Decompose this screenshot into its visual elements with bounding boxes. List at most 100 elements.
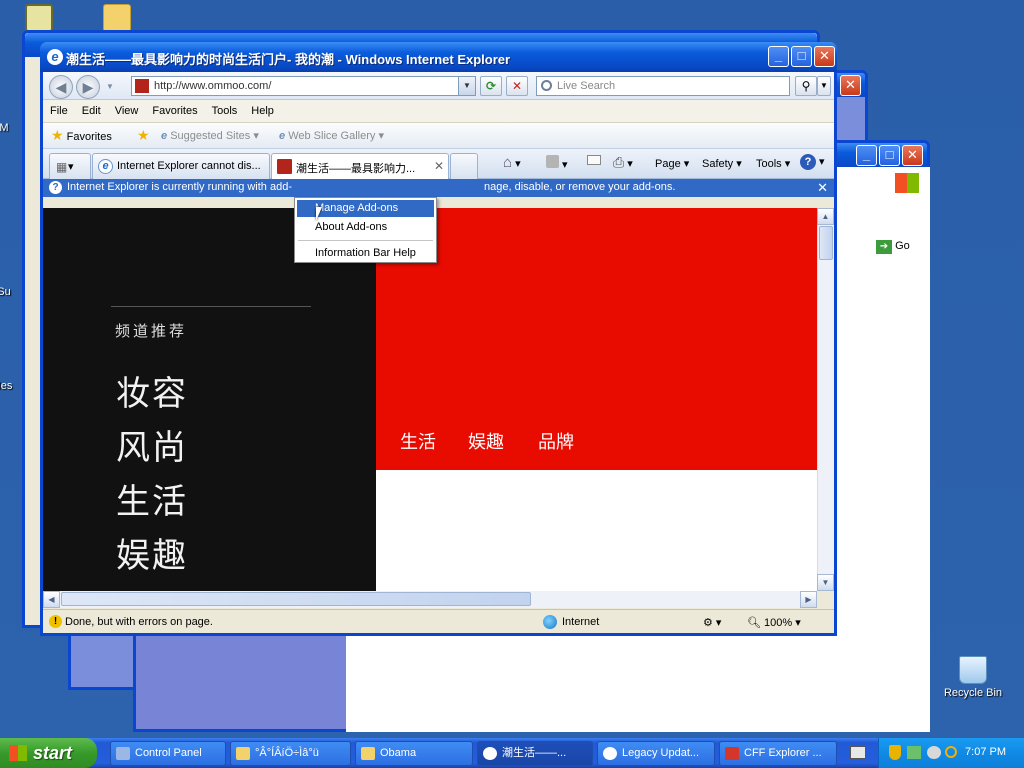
maximize-button[interactable]: □ [879, 145, 900, 166]
windows-logo-icon [895, 173, 919, 193]
quick-tabs-button[interactable]: ▦ ▾ [49, 153, 91, 179]
infobar-text: Internet Explorer is currently running w… [67, 181, 292, 193]
task-control-panel[interactable]: Control Panel [110, 741, 226, 766]
page-error-icon[interactable]: ! [49, 615, 62, 628]
close-button[interactable]: ✕ [840, 75, 861, 96]
favorites-button[interactable]: ★ Favorites [51, 127, 112, 144]
channel-link-life[interactable]: 生活 [116, 474, 188, 523]
maximize-button[interactable]: □ [791, 46, 812, 67]
folder-icon [361, 747, 375, 760]
channel-link-fashion[interactable]: 风尚 [116, 420, 188, 469]
menu-view[interactable]: View [108, 100, 146, 117]
go-label: Go [895, 240, 910, 252]
suggested-sites-button[interactable]: e Suggested Sites ▾ [161, 129, 259, 142]
favorites-bar: ★ Favorites ★ e Suggested Sites ▾ e Web … [43, 123, 834, 149]
read-mail-button[interactable] [587, 155, 601, 168]
clock[interactable]: 7:07 PM [965, 746, 1006, 758]
menu-help[interactable]: Help [244, 100, 281, 117]
nav-brand[interactable]: 品牌 [538, 428, 574, 454]
channel-link-makeup[interactable]: 妆容 [116, 366, 188, 415]
recycle-bin[interactable]: Recycle Bin [938, 656, 1008, 699]
start-label: start [33, 743, 73, 763]
close-tab-icon[interactable]: ✕ [434, 159, 444, 173]
refresh-button[interactable]: ⟳ [480, 76, 502, 96]
menu-tools[interactable]: Tools [205, 100, 245, 117]
nav-entertainment[interactable]: 娱趣 [468, 428, 504, 454]
menu-file[interactable]: File [43, 100, 75, 117]
search-tray-icon[interactable] [945, 746, 957, 758]
minimize-button[interactable]: _ [768, 46, 789, 67]
nav-life[interactable]: 生活 [400, 428, 436, 454]
task-legacy-update[interactable]: Legacy Updat... [597, 741, 715, 766]
keyboard-language-icon[interactable] [850, 746, 866, 759]
close-button[interactable]: ✕ [902, 145, 923, 166]
address-text: http://www.ommoo.com/ [154, 80, 272, 92]
network-icon[interactable] [907, 746, 921, 759]
red-banner: 生活 娱趣 品牌 [376, 208, 817, 470]
task-label: Obama [380, 747, 417, 759]
print-button[interactable]: ⎙ ▾ [613, 154, 633, 171]
ie-page-icon: e [161, 130, 168, 142]
search-options-button[interactable]: ▼ [817, 76, 831, 96]
menu-item-information-bar-help[interactable]: Information Bar Help [297, 245, 434, 262]
task-obama[interactable]: Obama [355, 741, 473, 766]
zoom-button[interactable]: 🔍︎ 100% ▾ [747, 616, 801, 629]
scroll-down-icon[interactable]: ▼ [817, 574, 834, 591]
home-button[interactable]: ⌂ ▾ [503, 154, 521, 171]
go-button[interactable]: ➔ Go [876, 237, 916, 255]
task-ie-ommoo[interactable]: 潮生活——... [477, 741, 593, 766]
task-label: °Â°ÍÂíÖ÷Ìâ°ü [255, 747, 319, 759]
vertical-scrollbar[interactable]: ▲ ▼ [817, 208, 834, 591]
tab-ommoo[interactable]: 潮生活——最具影响力... ✕ [271, 153, 449, 179]
help-icon: ? [800, 154, 816, 170]
ie-titlebar[interactable]: e 潮生活——最具影响力的时尚生活门户- 我的潮 - Windows Inter… [40, 42, 837, 72]
search-icon [541, 80, 552, 91]
search-input[interactable]: Live Search [536, 76, 790, 96]
menu-favorites[interactable]: Favorites [145, 100, 204, 117]
system-tray: 7:07 PM [878, 738, 1024, 768]
menu-edit[interactable]: Edit [75, 100, 108, 117]
add-to-favorites-bar-button[interactable]: ★ [137, 127, 150, 144]
task-cff-explorer[interactable]: CFF Explorer ... [719, 741, 837, 766]
close-button[interactable]: ✕ [814, 46, 835, 67]
start-button[interactable]: start [0, 738, 97, 768]
feeds-button[interactable]: ▾ [546, 155, 568, 171]
tab-ie-cannot-display[interactable]: e Internet Explorer cannot dis... [92, 153, 270, 179]
status-text: Done, but with errors on page. [65, 616, 213, 628]
task-label: Legacy Updat... [622, 747, 700, 759]
safety-menu[interactable]: Safety ▾ [702, 157, 742, 170]
back-button[interactable]: ◀ [49, 75, 73, 99]
security-shield-icon[interactable] [889, 745, 901, 760]
scroll-right-icon[interactable]: ▶ [800, 591, 817, 608]
ie-logo-icon [483, 747, 497, 760]
scroll-up-icon[interactable]: ▲ [817, 208, 834, 225]
channel-link-brand[interactable]: 品牌 [116, 582, 188, 591]
infobar-close-icon[interactable]: ✕ [817, 179, 828, 196]
menu-item-about-add-ons[interactable]: About Add-ons [297, 219, 434, 236]
minimize-button[interactable]: _ [856, 145, 877, 166]
search-button[interactable]: ⚲ [795, 76, 817, 96]
protected-mode-button[interactable]: ⚙ ▾ [703, 616, 721, 629]
new-tab-button[interactable] [450, 153, 478, 179]
scroll-left-icon[interactable]: ◀ [43, 591, 60, 608]
forward-button[interactable]: ▶ [76, 75, 100, 99]
information-bar[interactable]: ? Internet Explorer is currently running… [43, 179, 834, 197]
help-button[interactable]: ? ▾ [800, 154, 825, 170]
horizontal-scrollbar[interactable]: ◀ ▶ [43, 591, 817, 608]
page-menu-label: Page [655, 158, 681, 170]
channel-link-entertainment[interactable]: 娱趣 [116, 528, 188, 577]
update-icon[interactable] [927, 746, 941, 759]
web-slice-gallery-button[interactable]: e Web Slice Gallery ▾ [279, 129, 384, 142]
vertical-scroll-thumb[interactable] [819, 226, 833, 260]
recent-pages-dropdown-icon[interactable]: ▼ [106, 82, 114, 91]
address-bar[interactable]: http://www.ommoo.com/ [131, 76, 476, 96]
stop-button[interactable]: ✕ [506, 76, 528, 96]
task-folder-1[interactable]: °Â°ÍÂíÖ÷Ìâ°ü [230, 741, 351, 766]
tools-menu[interactable]: Tools ▾ [756, 157, 790, 170]
address-dropdown-button[interactable]: ▼ [458, 76, 476, 96]
page-menu[interactable]: Page ▾ [655, 157, 689, 170]
channel-panel: 频道推荐 妆容 风尚 生活 娱趣 品牌 [43, 208, 376, 591]
horizontal-scroll-thumb[interactable] [61, 592, 531, 606]
ie-window[interactable]: e 潮生活——最具影响力的时尚生活门户- 我的潮 - Windows Inter… [40, 42, 837, 636]
tab-label: Internet Explorer cannot dis... [117, 160, 261, 172]
